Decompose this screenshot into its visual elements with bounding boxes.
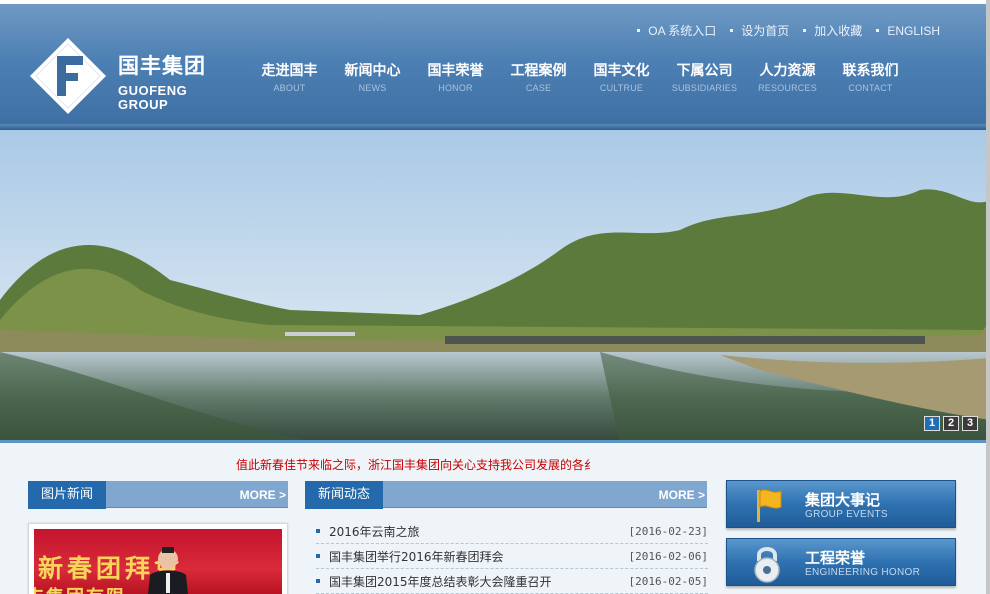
- top-links: OA 系统入口 设为首页 加入收藏 ENGLISH: [637, 22, 940, 39]
- nav-item-honor[interactable]: 国丰荣誉 HONOR: [414, 60, 497, 93]
- main-nav: 走进国丰 ABOUT 新闻中心 NEWS 国丰荣誉 HONOR 工程案例 CASE 国丰…: [248, 60, 912, 93]
- nav-item-resources[interactable]: 人力资源 RESOURCES: [746, 60, 829, 93]
- photo-news-image: 新春团拜會 丰集团有限: [34, 529, 282, 594]
- brand-name-en-1: GUOFENG: [118, 83, 188, 98]
- person-figure-icon: [148, 547, 188, 594]
- bullet-icon: [876, 29, 880, 32]
- nav-item-case[interactable]: 工程案例 CASE: [497, 60, 580, 93]
- slide-dot-2[interactable]: 2: [943, 416, 959, 431]
- photo-news-header: 图片新闻 MORE >: [28, 481, 288, 509]
- group-events-button[interactable]: 集团大事记 GROUP EVENTS: [726, 480, 956, 528]
- photo-news-more-link[interactable]: MORE >: [240, 488, 286, 502]
- nav-item-news[interactable]: 新闻中心 NEWS: [331, 60, 414, 93]
- nav-item-about[interactable]: 走进国丰 ABOUT: [248, 60, 331, 93]
- bullet-icon: [730, 29, 734, 32]
- top-link-add-favorite[interactable]: 加入收藏: [803, 22, 862, 39]
- news-title: 新闻动态: [305, 481, 384, 509]
- bullet-icon: [316, 579, 320, 583]
- news-header: 新闻动态 MORE >: [305, 481, 707, 509]
- bullet-icon: [316, 529, 320, 533]
- top-link-english[interactable]: ENGLISH: [876, 22, 940, 39]
- slide-dot-1[interactable]: 1: [924, 416, 940, 431]
- news-item[interactable]: 2016年云南之旅 [2016-02-23]: [316, 519, 708, 544]
- photo-news-title: 图片新闻: [28, 481, 107, 509]
- padlock-icon: [754, 547, 780, 583]
- site-logo[interactable]: 国丰集团 GUOFENG GROUP: [28, 36, 248, 120]
- news-item[interactable]: 国丰集团2015年度总结表彰大会隆重召开 [2016-02-05]: [316, 569, 708, 594]
- photo-news-thumbnail[interactable]: 新春团拜會 丰集团有限: [28, 523, 288, 594]
- news-more-link[interactable]: MORE >: [659, 488, 705, 502]
- flag-icon: [757, 489, 782, 522]
- photo-caption-2: 丰集团有限: [34, 583, 126, 594]
- announcement-marquee[interactable]: 值此新春佳节来临之际，浙江国丰集团向关心支持我公司发展的各纟: [236, 456, 591, 474]
- bullet-icon: [803, 29, 807, 32]
- bullet-icon: [637, 29, 641, 32]
- engineering-honor-button[interactable]: 工程荣誉 ENGINEERING HONOR: [726, 538, 956, 586]
- site-header: 国丰集团 GUOFENG GROUP OA 系统入口 设为首页 加入收藏 ENG…: [0, 0, 990, 130]
- hero-banner[interactable]: 1 2 3: [0, 130, 990, 443]
- top-link-oa[interactable]: OA 系统入口: [637, 22, 716, 39]
- top-link-set-homepage[interactable]: 设为首页: [730, 22, 789, 39]
- brand-name-cn: 国丰集团: [118, 54, 206, 78]
- banner-landscape-image: [0, 130, 990, 440]
- letter-f-diamond-icon: [30, 38, 106, 114]
- brand-name-en-2: GROUP: [118, 97, 169, 112]
- window-edge: [986, 0, 990, 594]
- nav-item-contact[interactable]: 联系我们 CONTACT: [829, 60, 912, 93]
- nav-item-culture[interactable]: 国丰文化 CULTRUE: [580, 60, 663, 93]
- news-list: 2016年云南之旅 [2016-02-23] 国丰集团举行2016年新春团拜会 …: [316, 519, 708, 594]
- slide-pagination: 1 2 3: [924, 416, 978, 431]
- news-item[interactable]: 国丰集团举行2016年新春团拜会 [2016-02-06]: [316, 544, 708, 569]
- slide-dot-3[interactable]: 3: [962, 416, 978, 431]
- bullet-icon: [316, 554, 320, 558]
- nav-item-subsidiaries[interactable]: 下属公司 SUBSIDIARIES: [663, 60, 746, 93]
